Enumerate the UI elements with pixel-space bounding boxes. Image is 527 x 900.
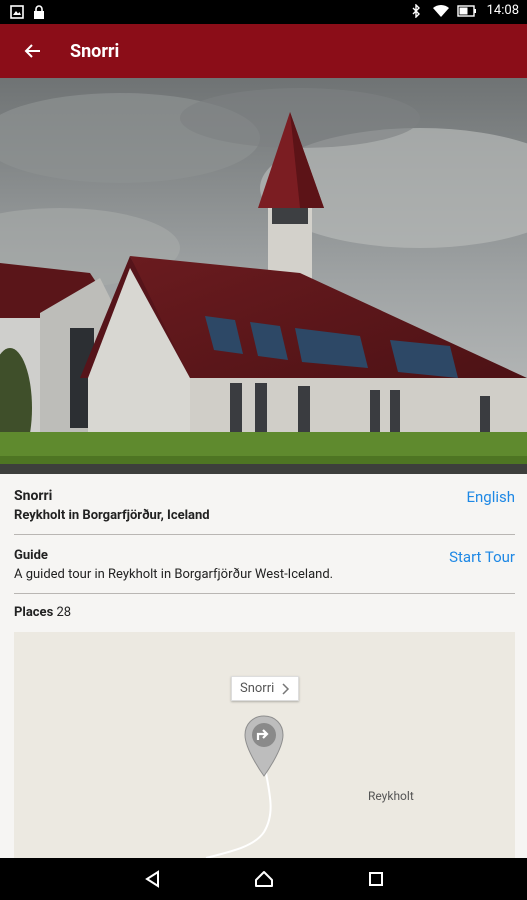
back-triangle-icon [144, 870, 159, 888]
map-callout[interactable]: Snorri [231, 676, 300, 701]
tour-location: Reykholt in Borgarfjörður, Iceland [14, 508, 210, 523]
callout-label: Snorri [240, 681, 275, 696]
status-time: 14:08 [486, 3, 519, 18]
language-button[interactable]: English [466, 488, 515, 506]
guide-heading: Guide [14, 548, 48, 563]
arrow-back-icon [24, 44, 40, 58]
lock-icon [32, 4, 46, 19]
guide-section: Guide A guided tour in Reykholt in Borga… [14, 548, 515, 588]
tour-title: Snorri [14, 488, 53, 504]
map-place-label: Reykholt [368, 789, 414, 803]
wifi-icon [432, 4, 449, 18]
hero-photo [0, 78, 527, 474]
places-label: Places [14, 605, 54, 620]
image-icon [10, 4, 24, 19]
start-tour-button[interactable]: Start Tour [449, 548, 515, 566]
home-icon [254, 871, 273, 887]
back-button[interactable] [0, 24, 64, 78]
page-title: Snorri [70, 40, 120, 62]
tour-header: Snorri Reykholt in Borgarfjörður, Icelan… [14, 488, 515, 528]
tour-details: Snorri Reykholt in Borgarfjörður, Icelan… [0, 474, 527, 858]
guide-description: A guided tour in Reykholt in Borgarfjörð… [14, 567, 334, 582]
divider [14, 534, 515, 535]
status-bar: 14:08 [0, 0, 527, 24]
chevron-right-icon [282, 682, 290, 695]
places-number: 28 [56, 605, 72, 620]
bluetooth-icon [409, 2, 423, 19]
map-view[interactable]: Snorri Reykholt [14, 632, 515, 858]
app-bar: Snorri [0, 24, 527, 78]
places-count: Places 28 [14, 605, 515, 620]
nav-back-button[interactable] [140, 867, 164, 891]
map-pin-icon[interactable] [243, 714, 285, 778]
recents-icon [368, 872, 383, 886]
nav-recents-button[interactable] [364, 867, 388, 891]
navigation-bar [0, 858, 527, 900]
nav-home-button[interactable] [252, 867, 276, 891]
battery-icon [456, 4, 477, 18]
divider [14, 593, 515, 594]
